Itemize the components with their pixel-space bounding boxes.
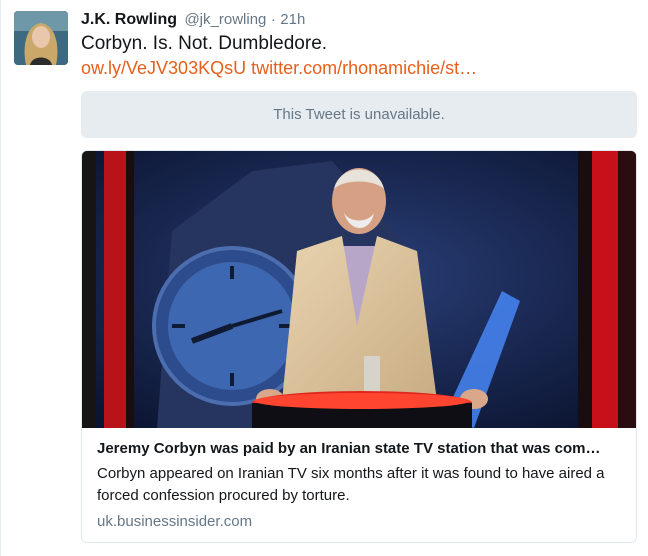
card-title[interactable]: Jeremy Corbyn was paid by an Iranian sta… [97, 439, 627, 459]
tweet-text: Corbyn. Is. Not. Dumbledore. [81, 33, 328, 54]
link-quoted-tweet[interactable]: twitter.com/rhonamichie/st… [251, 58, 477, 78]
quoted-tweet-unavailable: This Tweet is unavailable. [81, 91, 637, 138]
card-domain[interactable]: uk.businessinsider.com [97, 511, 252, 533]
author-name[interactable]: J.K. Rowling [81, 11, 177, 28]
tweet-timestamp[interactable]: 21h [280, 11, 305, 28]
tweet: J.K. Rowling @jk_rowling · 21h Corbyn. I… [0, 0, 648, 556]
link-card[interactable]: Jeremy Corbyn was paid by an Iranian sta… [81, 150, 637, 543]
card-image[interactable] [82, 151, 636, 428]
shortlink-owly[interactable]: ow.ly/VeJV303KQsU [81, 58, 246, 78]
card-description: Corbyn appeared on Iranian TV six months… [97, 465, 605, 504]
tweet-header: J.K. Rowling @jk_rowling · 21h [81, 10, 305, 30]
avatar[interactable] [14, 11, 68, 65]
tweet-links: ow.ly/VeJV303KQsU twitter.com/rhonamichi… [81, 56, 477, 80]
separator-dot: · [270, 11, 276, 28]
author-handle[interactable]: @jk_rowling [184, 11, 266, 28]
